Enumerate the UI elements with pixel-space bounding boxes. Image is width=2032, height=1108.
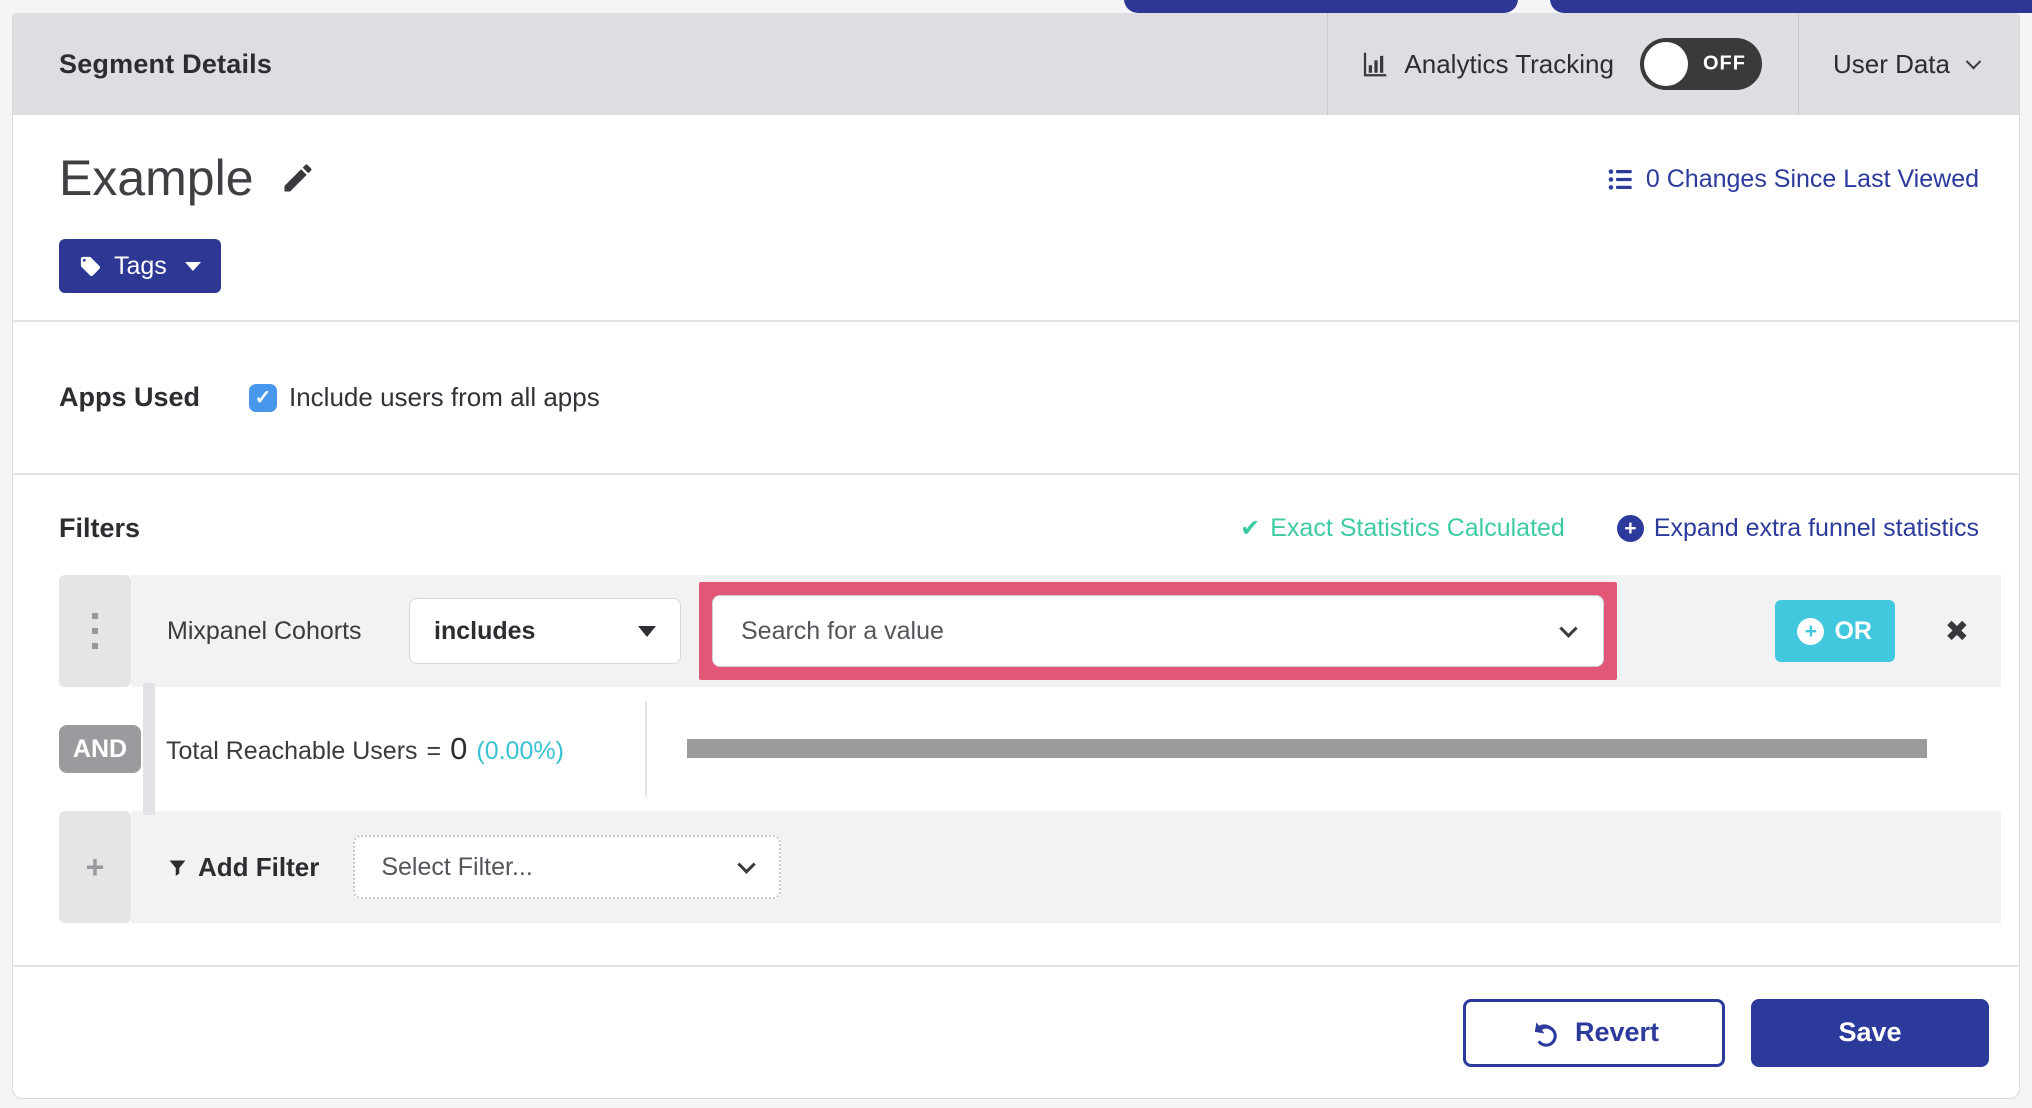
remove-filter-icon[interactable]: ✖ xyxy=(1945,614,1969,649)
select-filter-dropdown[interactable]: Select Filter... xyxy=(353,835,782,899)
segment-details-page: Segment Details Analytics Tracking OFF U… xyxy=(0,0,2032,1108)
tags-button-label: Tags xyxy=(114,251,167,280)
check-icon: ✔ xyxy=(1240,515,1261,542)
segment-name-row: Example xyxy=(59,149,316,207)
plus-icon: + xyxy=(85,849,105,885)
chevron-down-icon xyxy=(737,854,757,874)
toggle-state-label: OFF xyxy=(1702,52,1746,75)
add-filter-row-body: Add Filter Select Filter... xyxy=(131,811,2001,923)
caret-down-icon xyxy=(638,625,656,637)
filters-section: Filters ✔ Exact Statistics Calculated + … xyxy=(13,475,2019,965)
footer-actions: Revert Save xyxy=(13,967,2019,1098)
expand-link-label: Expand extra funnel statistics xyxy=(1653,514,1979,542)
add-filter-row: + Add Filter Select Filter... xyxy=(59,811,2001,923)
edit-pencil-icon[interactable] xyxy=(280,160,316,196)
include-all-apps-label: Include users from all apps xyxy=(289,382,600,412)
reachable-value: 0 xyxy=(450,731,468,766)
analytics-tracking-group: Analytics Tracking OFF xyxy=(1328,38,1798,90)
title-section: Example 0 Changes Since Last Viewed Tags xyxy=(13,115,2019,320)
filters-title: Filters xyxy=(59,513,141,543)
add-or-condition-button[interactable]: + OR xyxy=(1774,600,1895,662)
analytics-tracking-label: Analytics Tracking xyxy=(1404,48,1614,79)
value-placeholder: Search for a value xyxy=(741,616,944,645)
reachable-percent: (0.00%) xyxy=(476,737,564,765)
add-filter-gutter[interactable]: + xyxy=(59,811,131,923)
segment-details-card: Segment Details Analytics Tracking OFF U… xyxy=(12,13,2020,1099)
expand-funnel-statistics-link[interactable]: + Expand extra funnel statistics xyxy=(1616,514,1979,543)
apps-used-section: Apps Used ✓ Include users from all apps xyxy=(13,322,2019,473)
add-filter-label-group: Add Filter xyxy=(167,852,319,883)
drag-dots-icon xyxy=(92,613,98,649)
save-button[interactable]: Save xyxy=(1751,998,1989,1067)
and-badge: AND xyxy=(59,725,141,773)
filter-row: Mixpanel Cohorts includes Search for a v… xyxy=(59,575,2001,687)
chevron-down-icon xyxy=(1559,618,1578,638)
reachable-equals: = xyxy=(426,737,442,765)
operator-select[interactable]: includes xyxy=(409,598,681,664)
page-title: Segment Details xyxy=(59,48,273,79)
group-connector-line xyxy=(143,683,155,815)
include-all-apps-checkbox[interactable]: ✓ xyxy=(249,383,277,412)
filter-row-body: Mixpanel Cohorts includes Search for a v… xyxy=(131,575,2001,687)
revert-button-label: Revert xyxy=(1574,1017,1660,1047)
filter-field-label: Mixpanel Cohorts xyxy=(167,616,362,645)
filter-group: Mixpanel Cohorts includes Search for a v… xyxy=(59,575,2001,923)
changes-link-label: 0 Changes Since Last Viewed xyxy=(1645,165,1979,193)
save-button-label: Save xyxy=(1838,1017,1902,1047)
revert-button[interactable]: Revert xyxy=(1463,998,1725,1067)
segment-name: Example xyxy=(59,150,254,206)
plus-circle-icon: + xyxy=(1616,515,1644,542)
drag-handle[interactable] xyxy=(59,575,131,687)
tags-button[interactable]: Tags xyxy=(59,239,221,293)
changes-since-last-viewed-link[interactable]: 0 Changes Since Last Viewed xyxy=(1607,165,1979,194)
user-data-dropdown[interactable]: User Data xyxy=(1799,49,2019,80)
chevron-down-icon xyxy=(1965,53,1982,69)
caret-down-icon xyxy=(184,261,201,271)
exact-statistics-label: Exact Statistics Calculated xyxy=(1270,514,1565,542)
undo-icon xyxy=(1529,1018,1559,1048)
tag-icon xyxy=(79,255,102,278)
cutoff-button-right[interactable] xyxy=(1550,0,2032,13)
summary-divider xyxy=(645,701,647,797)
user-data-label: User Data xyxy=(1832,48,1950,79)
toggle-knob xyxy=(1643,42,1688,86)
bar-chart-icon xyxy=(1360,49,1390,79)
checkmark-icon: ✓ xyxy=(254,387,272,409)
filter-summary-row: AND Total Reachable Users = 0 (0.00%) xyxy=(59,683,2001,815)
reachable-users-bar xyxy=(687,739,1927,758)
value-search-select[interactable]: Search for a value xyxy=(712,595,1604,667)
apps-used-label: Apps Used xyxy=(59,382,201,412)
card-header: Segment Details Analytics Tracking OFF U… xyxy=(13,13,2019,115)
analytics-tracking-toggle[interactable]: OFF xyxy=(1639,38,1762,90)
exact-statistics-status: ✔ Exact Statistics Calculated xyxy=(1240,514,1565,543)
funnel-icon xyxy=(167,856,188,879)
filters-header-row: Filters ✔ Exact Statistics Calculated + … xyxy=(59,513,1979,544)
total-reachable-users: Total Reachable Users = 0 (0.00%) xyxy=(166,731,564,767)
reachable-label: Total Reachable Users xyxy=(166,737,418,765)
add-filter-label: Add Filter xyxy=(198,851,320,882)
or-button-label: OR xyxy=(1834,616,1872,645)
select-filter-placeholder: Select Filter... xyxy=(381,852,533,881)
plus-circle-icon: + xyxy=(1797,617,1825,645)
operator-value: includes xyxy=(434,616,536,645)
value-select-highlight: Search for a value xyxy=(699,582,1617,680)
list-icon xyxy=(1607,166,1634,193)
cutoff-button-left[interactable] xyxy=(1124,0,1518,13)
